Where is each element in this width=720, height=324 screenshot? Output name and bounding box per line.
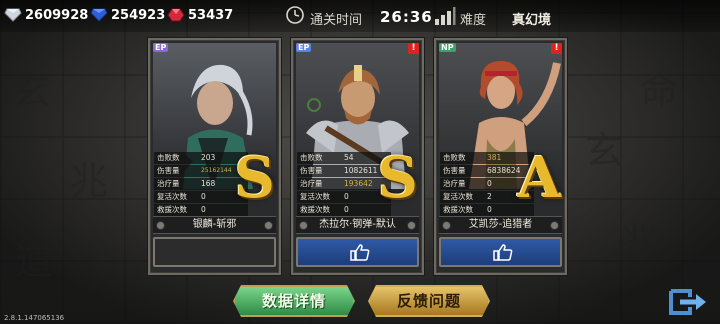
rank-badge: NP — [439, 43, 456, 52]
stat-value: 25162144 — [201, 167, 232, 174]
ornament-dot — [442, 221, 451, 230]
thumbs-up-icon — [350, 244, 370, 261]
stat-value: 0 — [201, 205, 206, 214]
grade-letter: S — [377, 145, 418, 211]
silver-currency: 2609928 — [4, 5, 88, 25]
stat-label: 复活次数 — [443, 192, 473, 201]
stat-label: 治疗量 — [300, 179, 323, 188]
ruby-amount: 53437 — [188, 7, 234, 23]
silver-gem-icon — [4, 8, 22, 22]
rank-badge: EP — [296, 43, 312, 52]
difficulty-label: 难度 — [460, 13, 487, 28]
alert-icon: ! — [408, 43, 419, 54]
like-button[interactable] — [153, 237, 276, 267]
stat-value: 381 — [487, 153, 502, 162]
ruby-currency: 53437 — [167, 5, 233, 25]
stat-value: 0 — [487, 205, 492, 214]
stat-label: 救援次数 — [157, 205, 187, 214]
difficulty-bars-icon — [435, 7, 456, 25]
stat-value: 54 — [344, 153, 354, 162]
exit-icon[interactable] — [668, 288, 708, 316]
stat-label: 复活次数 — [157, 192, 187, 201]
stat-label: 击败数 — [300, 153, 323, 162]
clear-time-value: 26:36 — [380, 8, 433, 26]
sapphire-currency: 254923 — [90, 5, 165, 25]
stat-label: 复活次数 — [300, 192, 330, 201]
hero-card-2: EP ! 击败数 54 伤害量 1082611 治疗量 193642 复活次数 0 救援… — [291, 38, 424, 275]
version-label: 2.8.1.147065136 — [4, 314, 65, 322]
stat-label: 伤害量 — [443, 166, 466, 175]
stat-value: 0 — [201, 192, 206, 201]
stat-label: 救援次数 — [300, 205, 330, 214]
stat-value: 203 — [201, 153, 216, 162]
stat-value: 168 — [201, 179, 216, 188]
clear-time-label: 通关时间 — [310, 13, 363, 28]
thumbs-up-icon — [493, 244, 513, 261]
hero-card-3: NP ! 击败数 381 伤害量 6838624 治疗量 0 复活次数 2 救援次数 0 … — [434, 38, 567, 275]
feedback-button[interactable]: 反馈问题 — [368, 285, 490, 317]
sapphire-gem-icon — [90, 8, 108, 22]
silver-amount: 2609928 — [25, 7, 89, 23]
stat-value: 0 — [344, 205, 349, 214]
sapphire-amount: 254923 — [111, 7, 166, 23]
grade-letter: A — [517, 145, 561, 211]
stat-label: 治疗量 — [157, 179, 180, 188]
ornament-dot — [550, 221, 559, 230]
like-button[interactable] — [439, 237, 562, 267]
clock-icon — [286, 6, 304, 24]
grade-letter: S — [234, 145, 275, 211]
stat-value: 0 — [487, 179, 492, 188]
stat-value: 0 — [344, 192, 349, 201]
stat-label: 伤害量 — [300, 166, 323, 175]
hero-card-1: EP 击败数 203 伤害量 25162144 治疗量 168 复活次数 0 救援次数 0… — [148, 38, 281, 275]
ornament-dot — [299, 221, 308, 230]
ornament-dot — [264, 221, 273, 230]
hero-name: 杰拉尔·钢弹-默认 — [319, 219, 396, 230]
stat-label: 击败数 — [443, 153, 466, 162]
data-details-button[interactable]: 数据详情 — [233, 285, 355, 317]
ornament-dot — [407, 221, 416, 230]
hero-name: 艾凯莎-追猎者 — [468, 219, 533, 230]
stat-label: 治疗量 — [443, 179, 466, 188]
difficulty-value: 真幻境 — [512, 13, 552, 28]
ornament-dot — [156, 221, 165, 230]
hero-name-bar: 艾凯莎-追猎者 — [439, 216, 562, 234]
stat-label: 击败数 — [157, 153, 180, 162]
stat-value: 2 — [487, 192, 492, 201]
hero-name-bar: 银麟-斩邪 — [153, 216, 276, 234]
stat-value: 193642 — [344, 179, 373, 188]
ruby-gem-icon — [167, 8, 185, 22]
alert-icon: ! — [551, 43, 562, 54]
stat-label: 伤害量 — [157, 166, 180, 175]
stat-label: 救援次数 — [443, 205, 473, 214]
hero-name-bar: 杰拉尔·钢弹-默认 — [296, 216, 419, 234]
like-button[interactable] — [296, 237, 419, 267]
stat-value: 6838624 — [487, 166, 521, 175]
rank-badge: EP — [153, 43, 169, 52]
stat-value: 1082611 — [344, 166, 378, 175]
hero-name: 银麟-斩邪 — [192, 219, 237, 230]
